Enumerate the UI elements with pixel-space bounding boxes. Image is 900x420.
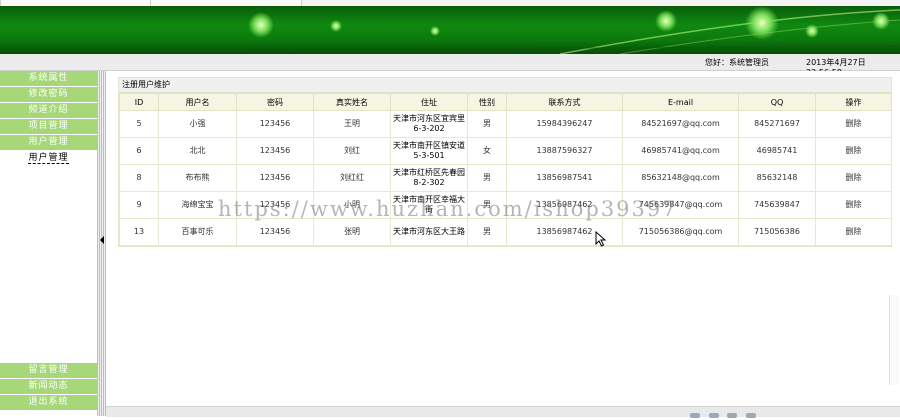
nav-logout[interactable]: 退出系统	[0, 395, 97, 410]
col-header-username: 用户名	[158, 93, 237, 111]
cell-id: 8	[119, 164, 159, 192]
cell-qq: 745639847	[738, 191, 816, 219]
nav-label: 新闻动态	[28, 381, 69, 391]
cell-email: 85632148@qq.com	[622, 164, 739, 192]
banner-glow	[330, 20, 342, 32]
nav-channel-intro[interactable]: 频道介绍	[0, 103, 97, 118]
nav-project-management[interactable]: 项目管理	[0, 119, 97, 134]
nav-change-password[interactable]: 修改密码	[0, 87, 97, 102]
col-header-realname: 真实姓名	[313, 93, 391, 111]
cell-address: 天津市河东区宜宾里6-3-202	[390, 110, 468, 138]
nav-label: 系统属性	[28, 73, 69, 83]
col-header-phone: 联系方式	[506, 93, 623, 111]
table-row: 13 百事可乐 123456 张明 天津市河东区大王路 男 1385698746…	[119, 218, 892, 246]
site-banner	[0, 6, 900, 54]
nav-label: 修改密码	[28, 89, 69, 99]
cell-email: 46985741@qq.com	[622, 137, 739, 165]
cell-email: 84521697@qq.com	[622, 110, 739, 138]
nav-news[interactable]: 新闻动态	[0, 379, 97, 394]
cell-gender: 男	[467, 218, 507, 246]
cell-gender: 男	[467, 164, 507, 192]
nav-label: 用户管理	[28, 153, 69, 164]
nav-label: 留言管理	[28, 365, 69, 375]
user-maintenance-panel: 注册用户维护 ID 用户名 密码 真实姓名 住址 性别 联系方式 E-mail …	[118, 77, 892, 247]
users-table: ID 用户名 密码 真实姓名 住址 性别 联系方式 E-mail QQ 操作 5…	[119, 93, 892, 246]
table-row: 8 布布熊 123456 刘红红 天津市红桥区先春园8-2-302 男 1385…	[119, 164, 892, 192]
cell-username: 小强	[158, 110, 237, 138]
col-header-gender: 性别	[467, 93, 507, 111]
cell-qq: 845271697	[738, 110, 816, 138]
cell-gender: 男	[467, 110, 507, 138]
col-header-password: 密码	[236, 93, 314, 111]
cell-realname: 刘红红	[313, 164, 391, 192]
cell-phone: 15984396247	[506, 110, 623, 138]
cell-qq: 46985741	[738, 137, 816, 165]
delete-link[interactable]: 删除	[815, 164, 892, 192]
collapse-arrow-icon[interactable]	[100, 236, 104, 244]
banner-glow	[248, 12, 274, 38]
cell-qq: 715056386	[738, 218, 816, 246]
main-content: 注册用户维护 ID 用户名 密码 真实姓名 住址 性别 联系方式 E-mail …	[106, 71, 900, 416]
table-row: 5 小强 123456 王明 天津市河东区宜宾里6-3-202 男 159843…	[119, 110, 892, 138]
col-header-email: E-mail	[622, 93, 739, 111]
cell-realname: 刘红	[313, 137, 391, 165]
cell-address: 天津市河东区大王路	[390, 218, 468, 246]
banner-glow	[805, 24, 819, 38]
cell-id: 5	[119, 110, 159, 138]
sidebar: 系统属性 修改密码 频道介绍 项目管理 用户管理 用户管理 留言管理 新闻动态 …	[0, 71, 97, 416]
table-header-row: ID 用户名 密码 真实姓名 住址 性别 联系方式 E-mail QQ 操作	[119, 93, 892, 111]
nav-user-management-sub[interactable]: 用户管理	[0, 151, 97, 166]
cell-id: 6	[119, 137, 159, 165]
cell-password: 123456	[236, 137, 314, 165]
banner-glow	[745, 6, 779, 40]
nav-label: 用户管理	[28, 137, 69, 147]
nav-label: 项目管理	[28, 121, 69, 131]
cell-password: 123456	[236, 164, 314, 192]
panel-title: 注册用户维护	[119, 78, 891, 93]
delete-link[interactable]: 删除	[815, 218, 892, 246]
cell-email: 715056386@qq.com	[622, 218, 739, 246]
cell-username: 布布熊	[158, 164, 237, 192]
delete-link[interactable]: 删除	[815, 191, 892, 219]
banner-glow	[872, 12, 890, 30]
col-header-id: ID	[119, 93, 159, 111]
cell-phone: 13887596327	[506, 137, 623, 165]
user-greeting: 您好：系统管理员	[705, 58, 769, 67]
system-tray	[690, 411, 895, 418]
nav-message-management[interactable]: 留言管理	[0, 363, 97, 378]
nav-label: 频道介绍	[28, 105, 69, 115]
cell-qq: 85632148	[738, 164, 816, 192]
delete-link[interactable]: 删除	[815, 110, 892, 138]
nav-system-properties[interactable]: 系统属性	[0, 71, 97, 86]
col-header-qq: QQ	[738, 93, 816, 111]
mouse-cursor-icon	[595, 231, 607, 247]
cell-username: 百事可乐	[158, 218, 237, 246]
cell-id: 13	[119, 218, 159, 246]
sidebar-bottom-group: 留言管理 新闻动态 退出系统	[0, 363, 97, 411]
col-header-action: 操作	[815, 93, 892, 111]
cell-address: 天津市南开区镇安道5-3-501	[390, 137, 468, 165]
nav-user-management[interactable]: 用户管理	[0, 135, 97, 150]
banner-glow	[430, 26, 440, 36]
cell-id: 9	[119, 191, 159, 219]
cell-address: 天津市红桥区先春园8-2-302	[390, 164, 468, 192]
cell-password: 123456	[236, 218, 314, 246]
banner-glow	[655, 10, 677, 32]
cell-password: 123456	[236, 110, 314, 138]
delete-link[interactable]: 删除	[815, 137, 892, 165]
nav-label: 退出系统	[28, 397, 69, 407]
cell-realname: 王明	[313, 110, 391, 138]
cell-gender: 女	[467, 137, 507, 165]
table-row: 6 北北 123456 刘红 天津市南开区镇安道5-3-501 女 138875…	[119, 137, 892, 165]
watermark-text: https://www.huzhan.com/ishop39397	[218, 197, 678, 221]
cell-phone: 13856987541	[506, 164, 623, 192]
col-header-address: 住址	[390, 93, 468, 111]
vertical-scrollbar[interactable]	[889, 295, 899, 385]
cell-username: 北北	[158, 137, 237, 165]
cell-realname: 张明	[313, 218, 391, 246]
status-bar: 您好：系统管理员 2013年4月27日 22:56:58	[0, 54, 900, 77]
